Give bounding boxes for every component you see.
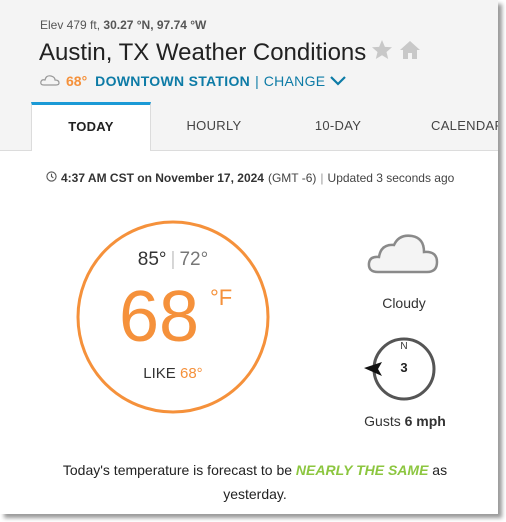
location-meta: Elev 479 ft, 30.27 °N, 97.74 °W bbox=[40, 18, 206, 32]
elevation-text: Elev 479 ft, bbox=[40, 18, 101, 32]
observation-line: 4:37 AM CST on November 17, 2024 (GMT -6… bbox=[46, 171, 454, 185]
current-temperature: 68 bbox=[119, 277, 200, 357]
observation-separator: | bbox=[320, 171, 324, 185]
updated-text: Updated 3 seconds ago bbox=[327, 171, 455, 185]
wind-gusts: Gusts 6 mph bbox=[350, 413, 460, 429]
feels-like-value: 68° bbox=[180, 365, 203, 382]
high-temp: 85° bbox=[137, 249, 167, 270]
forecast-highlight: NEARLY THE SAME bbox=[295, 462, 429, 478]
page-title: Austin, TX Weather Conditions bbox=[39, 38, 367, 66]
wind-direction: N bbox=[400, 341, 408, 352]
observation-time: 4:37 AM CST on November 17, 2024 bbox=[61, 171, 264, 185]
tab-bar: TODAY HOURLY 10-DAY CALENDAR bbox=[0, 102, 498, 151]
gusts-value: 6 mph bbox=[404, 413, 446, 429]
temperature-unit: °F bbox=[210, 285, 233, 310]
high-low-divider: | bbox=[170, 249, 176, 270]
chevron-down-icon[interactable] bbox=[330, 73, 347, 89]
feels-like: LIKE 68° bbox=[75, 365, 271, 382]
tab-hourly[interactable]: HOURLY bbox=[156, 102, 272, 149]
condition-label: Cloudy bbox=[382, 295, 426, 311]
header-temperature: 68° bbox=[66, 73, 88, 89]
cloud-icon bbox=[366, 232, 440, 279]
station-row: 68° DOWNTOWN STATION | CHANGE bbox=[40, 73, 347, 89]
small-cloud-icon bbox=[40, 73, 60, 89]
tab-today[interactable]: TODAY bbox=[31, 102, 151, 151]
tab-calendar[interactable]: CALENDAR bbox=[402, 102, 498, 149]
low-temp: 72° bbox=[179, 249, 209, 270]
page-header: Elev 479 ft, 30.27 °N, 97.74 °W Austin, … bbox=[0, 0, 498, 151]
station-separator: | bbox=[255, 73, 259, 89]
station-link[interactable]: DOWNTOWN STATION bbox=[95, 73, 250, 89]
feels-like-label: LIKE bbox=[143, 365, 176, 382]
title-row: Austin, TX Weather Conditions bbox=[39, 38, 422, 67]
forecast-text-before: Today's temperature is forecast to be bbox=[62, 462, 293, 478]
temperature-gauge: 85° | 72° 68 °F LIKE 68° bbox=[75, 219, 271, 415]
coordinates-text: 30.27 °N, 97.74 °W bbox=[103, 18, 207, 32]
wind-compass: N 3 bbox=[364, 335, 438, 410]
observation-offset: (GMT -6) bbox=[267, 171, 317, 185]
gusts-label: Gusts bbox=[364, 413, 401, 429]
clock-icon bbox=[46, 171, 57, 185]
forecast-summary: Today's temperature is forecast to be NE… bbox=[40, 458, 470, 506]
tab-10-day[interactable]: 10-DAY bbox=[280, 102, 396, 149]
home-icon[interactable] bbox=[398, 38, 422, 67]
high-low: 85° | 72° bbox=[75, 249, 271, 271]
change-station-link[interactable]: CHANGE bbox=[264, 73, 326, 89]
wind-speed: 3 bbox=[400, 360, 408, 375]
weather-panel: Elev 479 ft, 30.27 °N, 97.74 °W Austin, … bbox=[0, 0, 498, 514]
favorite-star-icon[interactable] bbox=[370, 38, 394, 67]
